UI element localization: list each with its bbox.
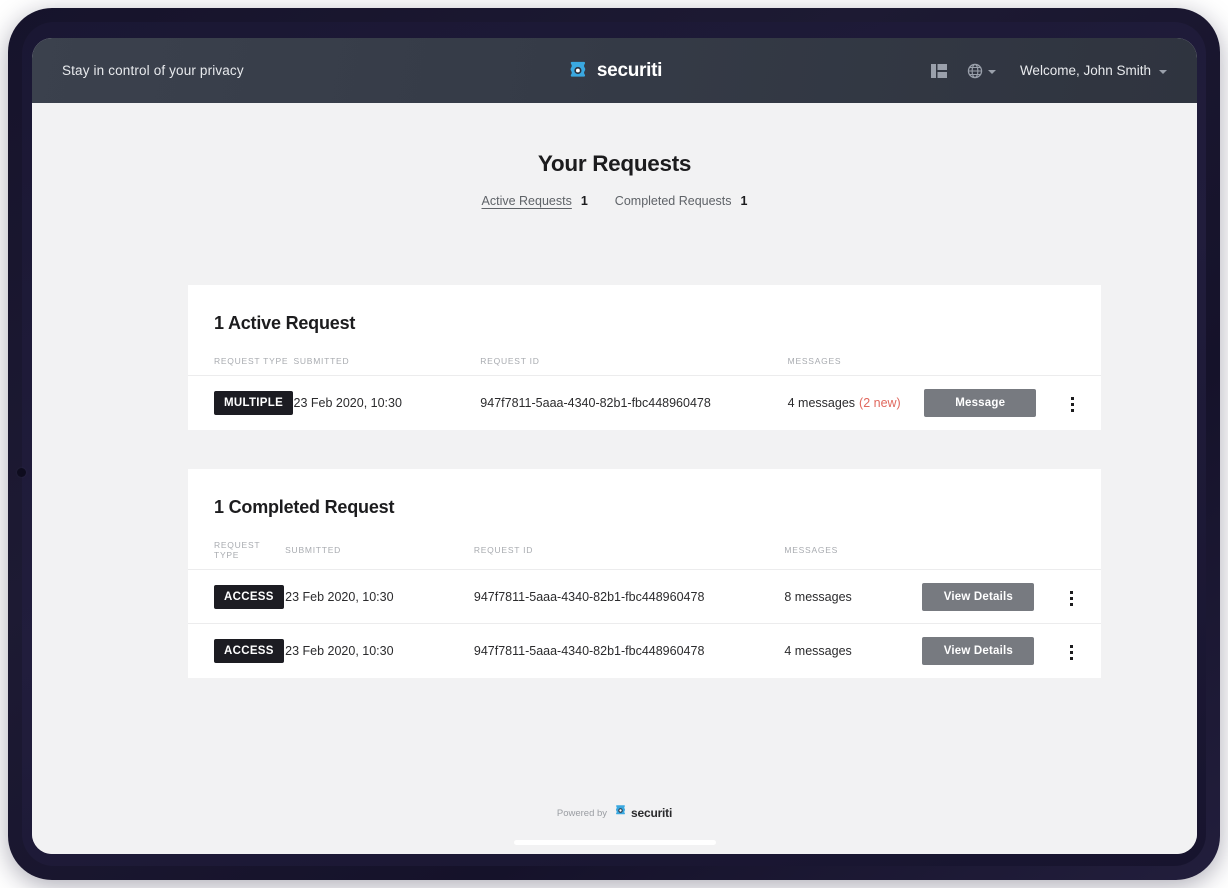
chevron-down-icon [988,70,996,74]
cell-request-type: MULTIPLE [188,376,294,430]
cell-request-type: ACCESS [188,570,285,624]
table-header: REQUEST TYPE SUBMITTED REQUEST ID MESSAG… [188,518,1101,570]
table-row: ACCESS 23 Feb 2020, 10:30 947f7811-5aaa-… [188,570,1101,624]
device-screen: Stay in control of your privacy securiti [32,38,1197,854]
language-selector[interactable] [967,63,996,79]
messages-count: 4 messages [788,396,855,410]
globe-icon [967,63,983,79]
view-details-button[interactable]: View Details [922,583,1034,611]
column-request-type: REQUEST TYPE [188,518,285,570]
cell-messages: 8 messages [784,570,922,624]
more-options-icon[interactable] [1065,393,1080,416]
column-request-id: REQUEST ID [474,518,785,570]
active-requests-heading: 1 Active Request [188,285,1101,334]
brand-logo[interactable]: securiti [567,60,662,82]
footer-brand-logo[interactable]: securiti [614,804,672,822]
column-messages: MESSAGES [784,518,922,570]
active-requests-card: 1 Active Request REQUEST TYPE SUBMITTED … [188,285,1101,430]
table-header-row: REQUEST TYPE SUBMITTED REQUEST ID MESSAG… [188,334,1101,376]
cell-action: View Details [922,570,1064,624]
table-body: MULTIPLE 23 Feb 2020, 10:30 947f7811-5aa… [188,376,1101,430]
cell-messages: 4 messages [784,624,922,678]
cell-action: Message [924,376,1065,430]
column-request-type: REQUEST TYPE [188,334,294,376]
cell-messages: 4 messages (2 new) [788,376,925,430]
table-row: ACCESS 23 Feb 2020, 10:30 947f7811-5aaa-… [188,624,1101,678]
tab-active-requests-label: Active Requests [482,194,572,208]
more-options-icon[interactable] [1064,641,1079,664]
cell-request-id: 947f7811-5aaa-4340-82b1-fbc448960478 [474,624,785,678]
completed-requests-heading: 1 Completed Request [188,469,1101,518]
home-indicator [514,840,716,845]
page-title: Your Requests [32,103,1197,177]
column-action [922,518,1064,570]
chevron-down-icon [1159,70,1167,74]
securiti-logo-icon [567,60,588,81]
user-greeting-label: Welcome, John Smith [1020,63,1151,78]
active-requests-table: REQUEST TYPE SUBMITTED REQUEST ID MESSAG… [188,334,1101,430]
cell-submitted: 23 Feb 2020, 10:30 [294,376,481,430]
completed-requests-card: 1 Completed Request REQUEST TYPE SUBMITT… [188,469,1101,678]
status-badge: ACCESS [214,585,284,609]
footer: Powered by securiti [32,804,1197,822]
tab-completed-requests-label: Completed Requests [615,194,732,208]
view-details-button[interactable]: View Details [922,637,1034,665]
request-tabs: Active Requests 1 Completed Requests 1 [32,194,1197,208]
layout-grid-icon[interactable] [931,64,947,78]
privacy-tagline: Stay in control of your privacy [62,63,244,78]
column-messages: MESSAGES [788,334,925,376]
more-options-icon[interactable] [1064,587,1079,610]
securiti-logo-icon [614,804,627,822]
cell-request-type: ACCESS [188,624,285,678]
footer-powered-by-label: Powered by [557,808,607,819]
status-badge: ACCESS [214,639,284,663]
page-content: Your Requests Active Requests 1 Complete… [32,103,1197,854]
cell-request-id: 947f7811-5aaa-4340-82b1-fbc448960478 [474,570,785,624]
status-badge: MULTIPLE [214,391,293,415]
cell-request-id: 947f7811-5aaa-4340-82b1-fbc448960478 [480,376,787,430]
table-header-row: REQUEST TYPE SUBMITTED REQUEST ID MESSAG… [188,518,1101,570]
navbar-actions: Welcome, John Smith [931,63,1167,79]
completed-requests-table: REQUEST TYPE SUBMITTED REQUEST ID MESSAG… [188,518,1101,678]
cell-menu [1064,570,1101,624]
user-menu[interactable]: Welcome, John Smith [1020,63,1167,78]
cell-submitted: 23 Feb 2020, 10:30 [285,570,474,624]
cell-menu [1064,624,1101,678]
front-camera-icon [17,468,26,477]
tab-completed-requests[interactable]: Completed Requests 1 [615,194,748,208]
footer-brand-name: securiti [631,806,672,820]
column-menu [1064,518,1101,570]
cell-action: View Details [922,624,1064,678]
tab-active-requests-count: 1 [581,194,588,208]
brand-name: securiti [597,60,662,82]
top-navbar: Stay in control of your privacy securiti [32,38,1197,103]
cell-submitted: 23 Feb 2020, 10:30 [285,624,474,678]
column-submitted: SUBMITTED [294,334,481,376]
column-submitted: SUBMITTED [285,518,474,570]
tab-completed-requests-count: 1 [741,194,748,208]
cell-menu [1065,376,1101,430]
messages-new-badge: (2 new) [859,396,901,410]
column-request-id: REQUEST ID [480,334,787,376]
column-menu [1065,334,1101,376]
message-button[interactable]: Message [924,389,1036,417]
tab-active-requests[interactable]: Active Requests 1 [482,194,588,208]
column-action [924,334,1065,376]
table-header: REQUEST TYPE SUBMITTED REQUEST ID MESSAG… [188,334,1101,376]
table-row: MULTIPLE 23 Feb 2020, 10:30 947f7811-5aa… [188,376,1101,430]
tablet-frame: Stay in control of your privacy securiti [8,8,1220,880]
table-body: ACCESS 23 Feb 2020, 10:30 947f7811-5aaa-… [188,570,1101,678]
